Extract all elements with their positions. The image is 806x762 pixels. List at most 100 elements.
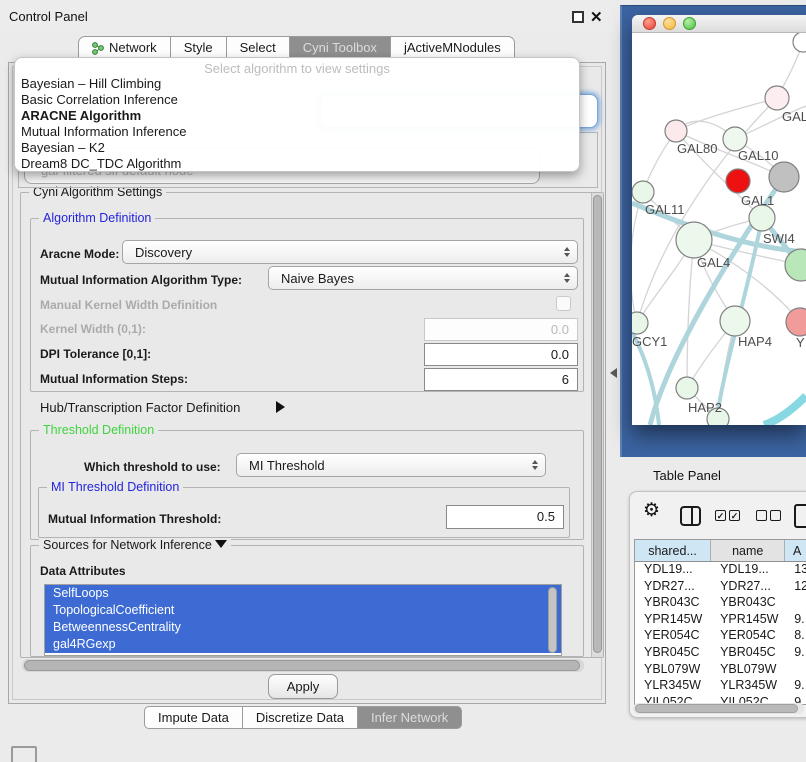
apply-button[interactable]: Apply bbox=[268, 674, 338, 699]
dropdown-item-basic-correlation-inference[interactable]: Basic Correlation Inference bbox=[15, 92, 579, 108]
node-label-gcy1: GCY1 bbox=[632, 334, 667, 349]
mi-threshold-group-title: MI Threshold Definition bbox=[47, 480, 183, 494]
minimize-window-icon[interactable] bbox=[663, 17, 676, 30]
panel-collapse-arrow-icon[interactable] bbox=[610, 368, 617, 378]
aracne-mode-combo[interactable]: Discovery bbox=[122, 240, 578, 264]
network-node[interactable] bbox=[769, 162, 799, 192]
tab-style[interactable]: Style bbox=[171, 36, 227, 59]
network-node-gal4[interactable] bbox=[676, 222, 712, 258]
mi-type-combo[interactable]: Naive Bayes bbox=[268, 266, 578, 290]
dropdown-item-dream8-dc-tdc-algorithm[interactable]: Dream8 DC_TDC Algorithm bbox=[15, 156, 579, 172]
attribute-item-topologicalcoefficient[interactable]: TopologicalCoefficient bbox=[45, 602, 561, 619]
table-row[interactable]: YER054CYER054C8. bbox=[635, 628, 806, 645]
network-edge[interactable] bbox=[687, 240, 694, 388]
corner-grip[interactable] bbox=[11, 746, 37, 762]
export-table-icon[interactable] bbox=[794, 504, 806, 528]
table-cell: YBR043C bbox=[711, 595, 785, 612]
attribute-item-betweennesscentrality[interactable]: BetweennessCentrality bbox=[45, 619, 561, 636]
mi-steps-field[interactable]: 6 bbox=[424, 368, 578, 391]
which-threshold-combo[interactable]: MI Threshold bbox=[236, 453, 546, 477]
threshold-definition-title: Threshold Definition bbox=[39, 423, 158, 437]
table-cell: 9. bbox=[785, 678, 806, 695]
attribute-item-gal4rgexp[interactable]: gal4RGexp bbox=[45, 636, 561, 653]
bottom-tab-bar: Impute Data Discretize DataInfer Network bbox=[144, 706, 462, 729]
checked-checkbox-icon[interactable]: ✓ bbox=[729, 510, 740, 521]
network-node-gal1[interactable] bbox=[749, 205, 775, 231]
attribute-item-selfloops[interactable]: SelfLoops bbox=[45, 585, 561, 602]
network-node-hap4[interactable] bbox=[720, 306, 750, 336]
tab-label: Impute Data bbox=[158, 710, 229, 725]
tab-label: jActiveMNodules bbox=[404, 40, 501, 55]
dropdown-item-mutual-information-inference[interactable]: Mutual Information Inference bbox=[15, 124, 579, 140]
network-node-gal80[interactable] bbox=[665, 120, 687, 142]
column-header-shared[interactable]: shared... bbox=[635, 540, 711, 561]
dpi-tolerance-field[interactable]: 0.0 bbox=[424, 343, 578, 366]
column-header-name[interactable]: name bbox=[711, 540, 785, 561]
tab-jactivemnodules[interactable]: jActiveMNodules bbox=[391, 36, 515, 59]
table-cell: YIL052C bbox=[635, 695, 711, 703]
node-label-gal10: GAL10 bbox=[738, 148, 778, 163]
table-horizontal-scrollbar[interactable] bbox=[633, 703, 804, 714]
table-cell: YBR043C bbox=[635, 595, 711, 612]
table-row[interactable]: YLR345WYLR345W9. bbox=[635, 678, 806, 695]
unchecked-checkbox-icon[interactable] bbox=[770, 510, 781, 521]
table-cell: YBL079W bbox=[711, 662, 785, 679]
tab-infer-network[interactable]: Infer Network bbox=[358, 706, 462, 729]
gear-icon[interactable]: ⚙ bbox=[643, 501, 660, 520]
mi-type-value: Naive Bayes bbox=[281, 271, 354, 286]
control-panel-title: Control Panel bbox=[9, 9, 88, 24]
tab-network[interactable]: Network bbox=[78, 36, 171, 59]
network-node[interactable] bbox=[726, 169, 750, 193]
table-cell: YIL052C bbox=[711, 695, 785, 703]
tab-discretize-data[interactable]: Discretize Data bbox=[243, 706, 358, 729]
table-cell: 8. bbox=[785, 628, 806, 645]
network-edge[interactable] bbox=[764, 396, 806, 425]
aracne-mode-label: Aracne Mode: bbox=[40, 247, 119, 261]
zoom-window-icon[interactable] bbox=[683, 17, 696, 30]
sources-collapse-arrow-icon[interactable] bbox=[215, 540, 227, 548]
kernel-width-label: Kernel Width (0,1): bbox=[40, 322, 146, 336]
table-row[interactable]: YIL052CYIL052C9. bbox=[635, 695, 806, 703]
network-node-gal11[interactable] bbox=[632, 181, 654, 203]
mi-threshold-field[interactable]: 0.5 bbox=[446, 505, 564, 529]
manual-kernel-checkbox[interactable] bbox=[556, 296, 571, 311]
table-panel-title: Table Panel bbox=[653, 468, 721, 483]
table-row[interactable]: YBR045CYBR045C9. bbox=[635, 645, 806, 662]
network-node-gal[interactable] bbox=[765, 86, 789, 110]
table-row[interactable]: YBL079WYBL079W bbox=[635, 662, 806, 679]
tab-select[interactable]: Select bbox=[227, 36, 290, 59]
algorithm-definition-title: Algorithm Definition bbox=[39, 211, 155, 225]
settings-horizontal-scrollbar[interactable] bbox=[22, 659, 584, 672]
table-row[interactable]: YDL19...YDL19...13 bbox=[635, 562, 806, 579]
which-threshold-label: Which threshold to use: bbox=[84, 460, 221, 474]
network-node-hap2[interactable] bbox=[676, 377, 698, 399]
network-canvas[interactable]: GALGAL80GAL10GAL1GAL11GAL4SWI4GCY1HAP4YH… bbox=[632, 33, 806, 425]
table-row[interactable]: YBR043CYBR043C bbox=[635, 595, 806, 612]
hub-expand-arrow-icon[interactable] bbox=[276, 401, 285, 413]
table-row[interactable]: YDR27...YDR27...12 bbox=[635, 579, 806, 596]
table-row[interactable]: YPR145WYPR145W9. bbox=[635, 612, 806, 629]
checked-checkbox-icon[interactable]: ✓ bbox=[715, 510, 726, 521]
column-header-a[interactable]: A bbox=[785, 540, 806, 561]
close-panel-icon[interactable]: ✕ bbox=[590, 8, 603, 26]
unchecked-checkbox-icon[interactable] bbox=[756, 510, 767, 521]
show-columns-icon[interactable] bbox=[680, 506, 701, 526]
mi-steps-label: Mutual Information Steps: bbox=[40, 372, 188, 386]
network-node-y[interactable] bbox=[786, 308, 806, 336]
network-node[interactable] bbox=[793, 33, 806, 52]
attributes-scrollbar[interactable] bbox=[548, 587, 557, 653]
table-cell: YDL19... bbox=[711, 562, 785, 579]
tab-cyni-toolbox[interactable]: Cyni Toolbox bbox=[290, 36, 391, 59]
dropdown-item-bayesian-k2[interactable]: Bayesian – K2 bbox=[15, 140, 579, 156]
tab-impute-data[interactable]: Impute Data bbox=[144, 706, 243, 729]
network-window-titlebar[interactable] bbox=[632, 15, 806, 33]
close-window-icon[interactable] bbox=[643, 17, 656, 30]
table-cell: 9. bbox=[785, 612, 806, 629]
network-edge[interactable] bbox=[632, 192, 643, 323]
dropdown-item-bayesian-hill-climbing[interactable]: Bayesian – Hill Climbing bbox=[15, 76, 579, 92]
network-node-gcy1[interactable] bbox=[632, 312, 648, 334]
dropdown-item-aracne-algorithm[interactable]: ARACNE Algorithm bbox=[15, 108, 579, 124]
kernel-width-field[interactable]: 0.0 bbox=[424, 318, 578, 341]
float-panel-icon[interactable] bbox=[572, 11, 584, 23]
settings-vertical-scrollbar[interactable] bbox=[591, 193, 603, 657]
